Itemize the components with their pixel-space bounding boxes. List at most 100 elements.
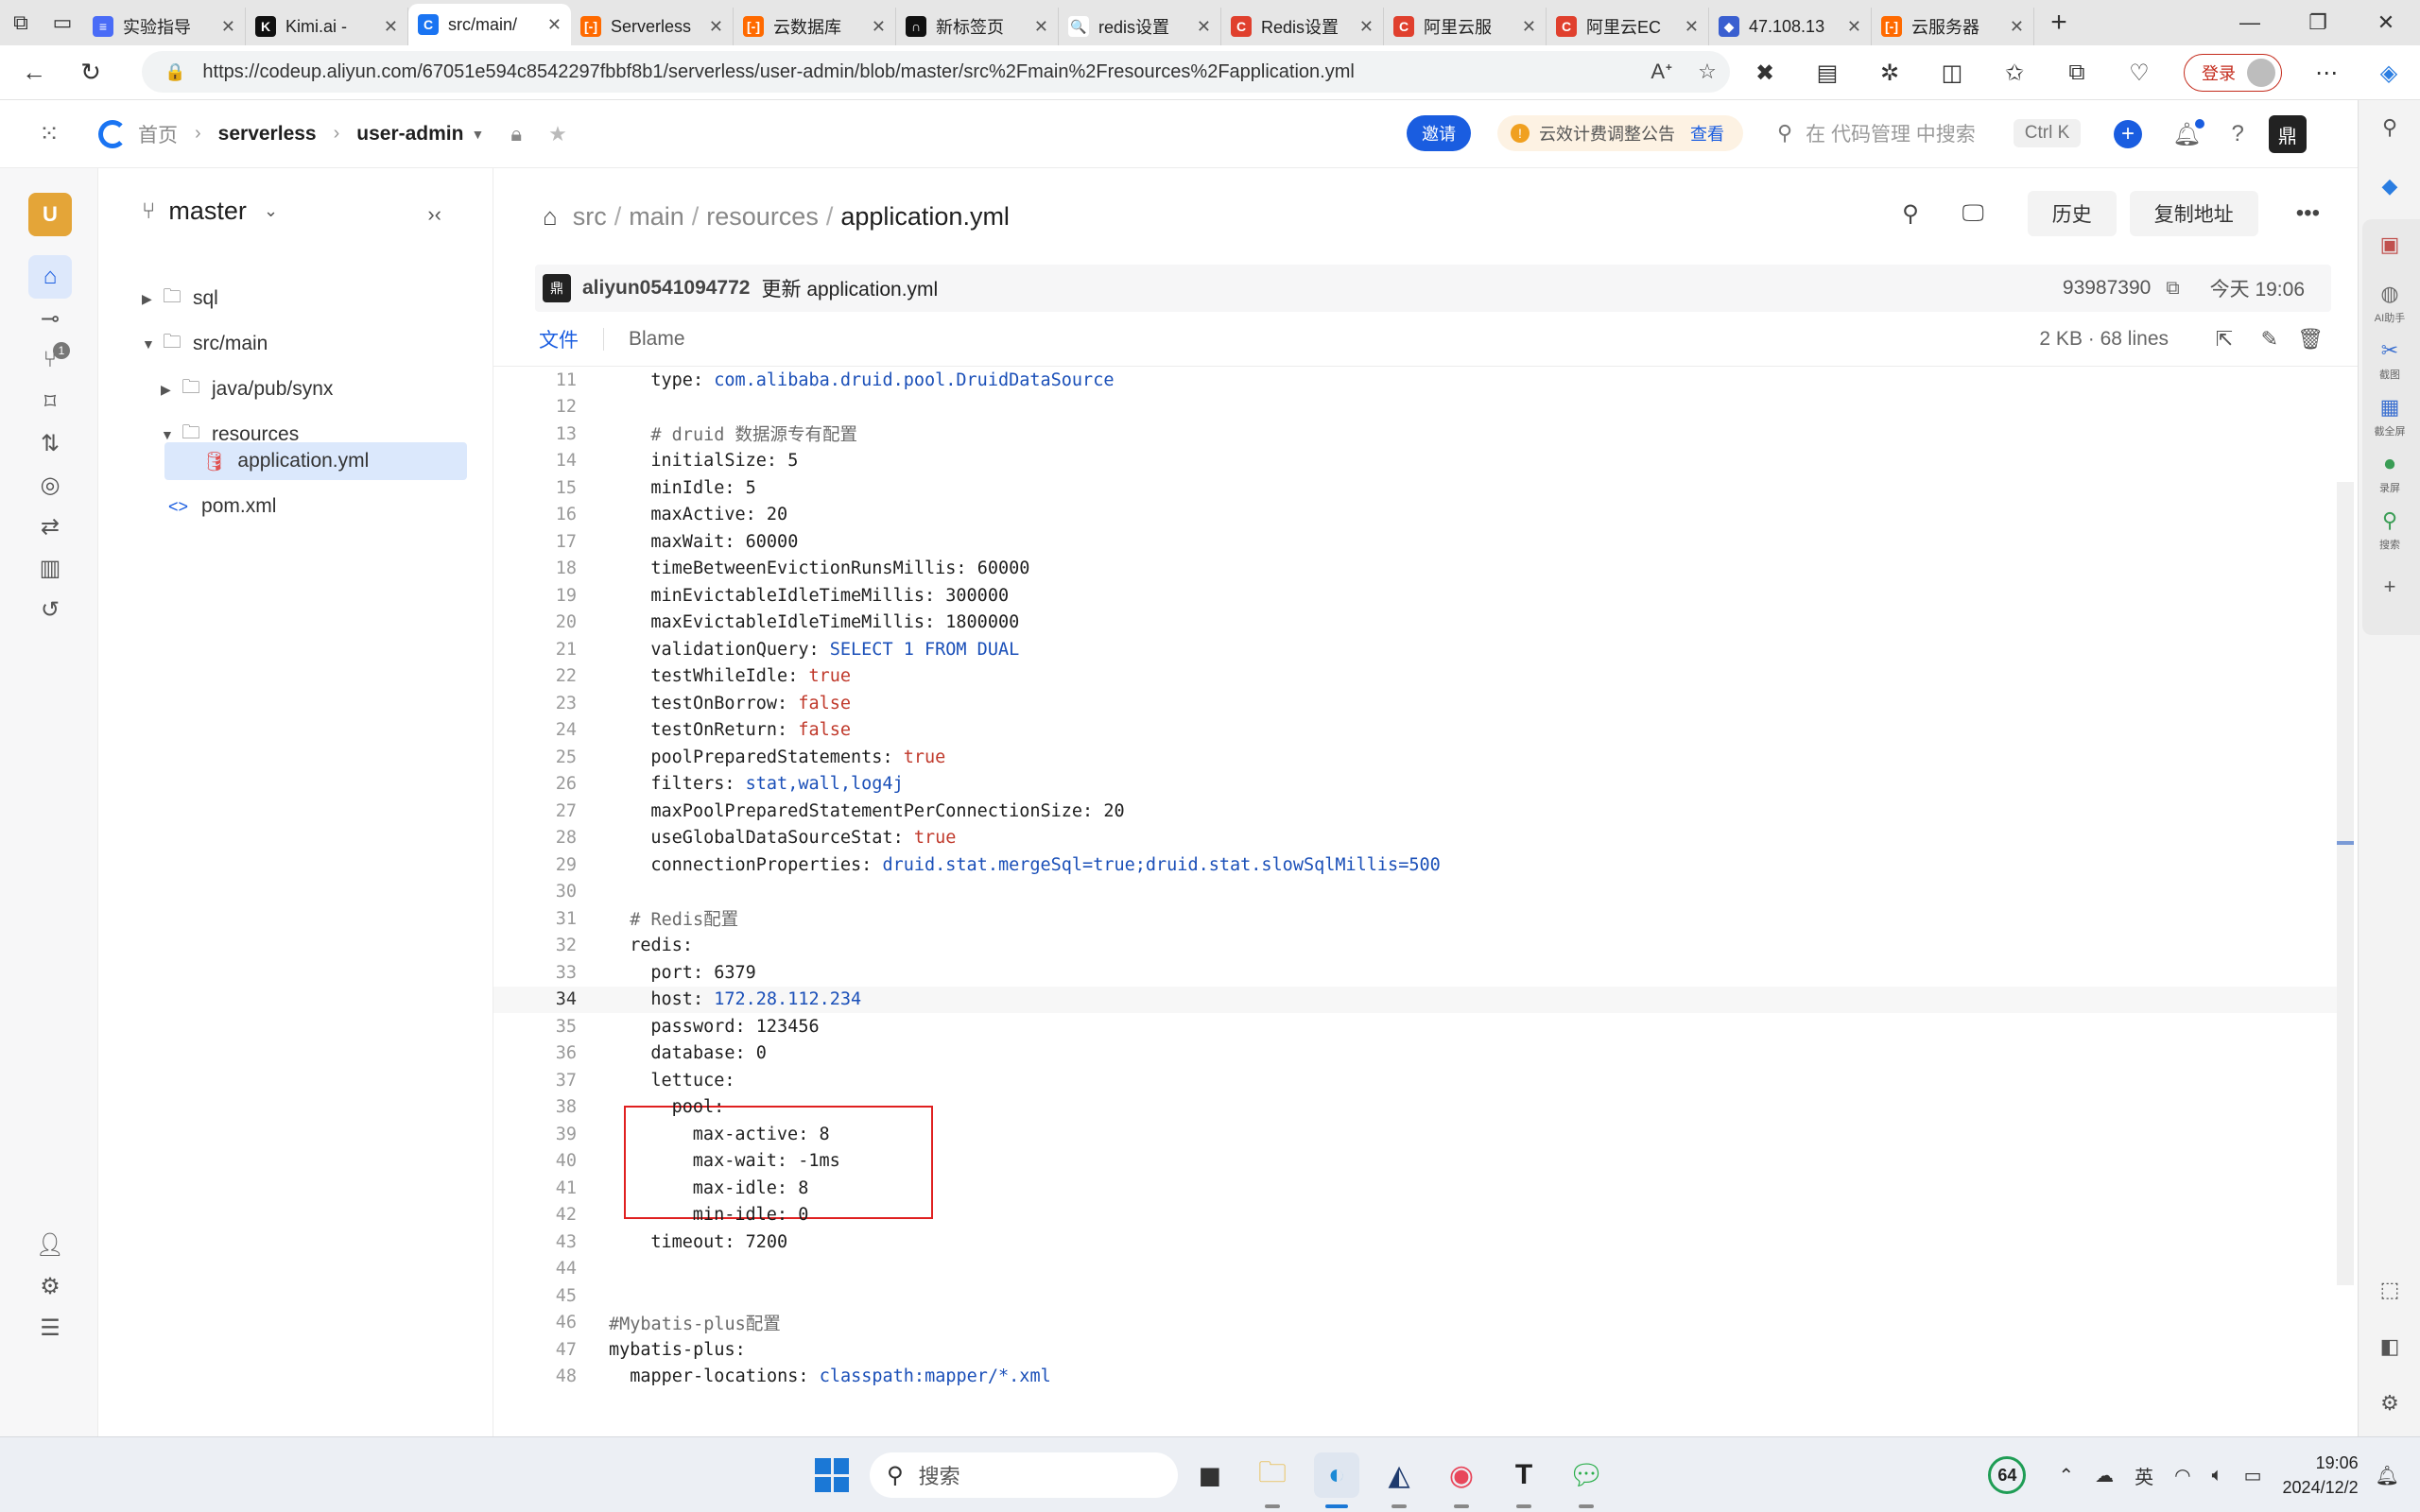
- breadcrumb-repo[interactable]: user-admin: [356, 123, 463, 146]
- commit-hash[interactable]: 93987390: [2063, 277, 2151, 300]
- code-line[interactable]: 21 validationQuery: SELECT 1 FROM DUAL: [493, 636, 2337, 663]
- path-segment[interactable]: main: [629, 202, 684, 232]
- close-tab-icon[interactable]: ✕: [709, 17, 723, 37]
- line-number[interactable]: 48: [493, 1366, 577, 1386]
- line-number[interactable]: 30: [493, 882, 577, 902]
- line-number[interactable]: 22: [493, 666, 577, 686]
- code-line[interactable]: 30: [493, 879, 2337, 906]
- code-line[interactable]: 31 # Redis配置: [493, 905, 2337, 933]
- line-number[interactable]: 44: [493, 1259, 577, 1279]
- line-number[interactable]: 12: [493, 397, 577, 417]
- delete-icon[interactable]: 🗑︎: [2297, 327, 2324, 352]
- close-window-button[interactable]: ✕: [2352, 0, 2420, 45]
- caret-right-icon[interactable]: ▶: [161, 382, 182, 398]
- line-number[interactable]: 45: [493, 1286, 577, 1306]
- code-line[interactable]: 17 maxWait: 60000: [493, 528, 2337, 556]
- browser-tab[interactable]: C Redis设置 ✕: [1221, 8, 1384, 45]
- code-nav-icon[interactable]: ⌂: [28, 255, 72, 299]
- repo-dropdown-icon[interactable]: ▼: [471, 127, 484, 142]
- line-number[interactable]: 17: [493, 532, 577, 552]
- line-number[interactable]: 36: [493, 1043, 577, 1063]
- cloud-icon[interactable]: ☁: [2095, 1464, 2114, 1487]
- code-line[interactable]: 23 testOnBorrow: false: [493, 690, 2337, 717]
- code-line[interactable]: 48 mapper-locations: classpath:mapper/*.x…: [493, 1364, 2337, 1391]
- browser-tab[interactable]: [-] Serverless ✕: [571, 8, 734, 45]
- tree-item-src-main[interactable]: ▼ 🗀 src/main: [142, 325, 268, 363]
- close-tab-icon[interactable]: ✕: [1034, 17, 1048, 37]
- browser-tab[interactable]: ◆ 47.108.13 ✕: [1709, 8, 1872, 45]
- commit-author[interactable]: aliyun0541094772: [582, 277, 750, 300]
- wifi-icon[interactable]: ◠: [2174, 1464, 2190, 1487]
- history-button[interactable]: 历史: [2027, 191, 2117, 236]
- line-number[interactable]: 43: [493, 1232, 577, 1252]
- line-number[interactable]: 33: [493, 963, 577, 983]
- edge-browser-icon[interactable]: ◐: [1314, 1452, 1359, 1498]
- file-explorer-icon[interactable]: 🗀: [1250, 1452, 1295, 1498]
- caret-right-icon[interactable]: ▶: [142, 291, 163, 307]
- app-icon[interactable]: ◉: [1439, 1452, 1484, 1498]
- close-tab-icon[interactable]: ✕: [384, 17, 398, 37]
- merge-requests-nav-icon[interactable]: ⇅: [28, 421, 72, 465]
- path-segment[interactable]: src: [573, 202, 607, 232]
- line-number[interactable]: 20: [493, 612, 577, 632]
- line-number[interactable]: 13: [493, 424, 577, 444]
- code-line[interactable]: 28 useGlobalDataSourceStat: true: [493, 825, 2337, 852]
- line-number[interactable]: 11: [493, 370, 577, 390]
- search-placeholder[interactable]: 在 代码管理 中搜索: [1806, 119, 1976, 147]
- repo-home-icon[interactable]: ⌂: [543, 202, 558, 232]
- close-tab-icon[interactable]: ✕: [1847, 17, 1861, 37]
- code-line[interactable]: 44: [493, 1256, 2337, 1283]
- breadcrumb-group[interactable]: serverless: [218, 123, 317, 146]
- tree-item-application-yml[interactable]: 🛢︎ application.yml: [164, 442, 467, 480]
- close-tab-icon[interactable]: ✕: [872, 17, 886, 37]
- browser-tab[interactable]: ≡ 实验指导 ✕: [83, 8, 246, 45]
- browser-tab[interactable]: C 阿里云服 ✕: [1384, 8, 1547, 45]
- menu-collapse-icon[interactable]: ☰: [28, 1306, 72, 1349]
- code-line[interactable]: 25 poolPreparedStatements: true: [493, 744, 2337, 771]
- start-button[interactable]: [815, 1458, 849, 1492]
- commit-message[interactable]: 更新 application.yml: [761, 274, 938, 302]
- add-tool-icon[interactable]: +: [2372, 569, 2408, 605]
- code-line[interactable]: 46 #Mybatis-plus配置: [493, 1310, 2337, 1337]
- code-line[interactable]: 29 connectionProperties: druid.stat.merge…: [493, 851, 2337, 879]
- sidebar-settings-icon[interactable]: ⚙: [2372, 1385, 2408, 1421]
- create-button[interactable]: +: [2114, 120, 2142, 148]
- code-line[interactable]: 19 minEvictableIdleTimeMillis: 300000: [493, 582, 2337, 610]
- tab-blame[interactable]: Blame: [629, 328, 685, 351]
- code-line[interactable]: 35 password: 123456: [493, 1013, 2337, 1040]
- line-number[interactable]: 25: [493, 747, 577, 767]
- url-text[interactable]: https://codeup.aliyun.com/67051e594c8542…: [202, 61, 1639, 83]
- breadcrumb-home[interactable]: 首页: [138, 120, 178, 148]
- maximize-button[interactable]: ❐: [2284, 0, 2352, 45]
- caret-down-icon[interactable]: ▼: [142, 336, 163, 352]
- line-number[interactable]: 40: [493, 1151, 577, 1171]
- ime-indicator[interactable]: 英: [2135, 1462, 2153, 1489]
- collections-icon[interactable]: ▤: [1796, 60, 1858, 87]
- wechat-icon[interactable]: 💬︎: [1564, 1452, 1609, 1498]
- close-tab-icon[interactable]: ✕: [1522, 17, 1536, 37]
- code-line[interactable]: 20 maxEvictableIdleTimeMillis: 1800000: [493, 610, 2337, 637]
- branches-nav-icon[interactable]: ⑂ 1: [28, 338, 72, 382]
- code-line[interactable]: 27 maxPoolPreparedStatementPerConnectionS…: [493, 798, 2337, 825]
- line-number[interactable]: 16: [493, 505, 577, 524]
- full-screenshot-icon[interactable]: ▦: [2372, 389, 2408, 425]
- browser-tab[interactable]: ∩ 新标签页 ✕: [896, 8, 1059, 45]
- code-line[interactable]: 26 filters: stat,wall,log4j: [493, 771, 2337, 799]
- user-avatar[interactable]: 鼎: [2268, 115, 2307, 153]
- code-line[interactable]: 45: [493, 1282, 2337, 1310]
- browser-tab[interactable]: [-] 云数据库 ✕: [734, 8, 896, 45]
- battery-icon[interactable]: ▭: [2244, 1464, 2262, 1487]
- copy-icon[interactable]: ⧉: [2166, 278, 2179, 300]
- branch-selector[interactable]: ⑂ master ⌄: [142, 197, 278, 226]
- tags-nav-icon[interactable]: ⌑: [28, 380, 72, 423]
- read-aloud-icon[interactable]: Aᐩ: [1639, 60, 1685, 84]
- workspaces-icon[interactable]: ⧉: [0, 4, 42, 42]
- tree-item-java[interactable]: ▶ 🗀 java/pub/synx: [161, 370, 333, 408]
- tree-item-pom-xml[interactable]: <> pom.xml: [168, 488, 276, 525]
- taskbar-search[interactable]: ⚲ 搜索: [870, 1452, 1178, 1498]
- code-line[interactable]: 16 maxActive: 20: [493, 502, 2337, 529]
- open-raw-icon[interactable]: ⇱: [2216, 327, 2233, 352]
- line-number[interactable]: 37: [493, 1071, 577, 1091]
- collapse-tree-icon[interactable]: ›‹: [427, 202, 441, 227]
- code-line[interactable]: 24 testOnReturn: false: [493, 717, 2337, 745]
